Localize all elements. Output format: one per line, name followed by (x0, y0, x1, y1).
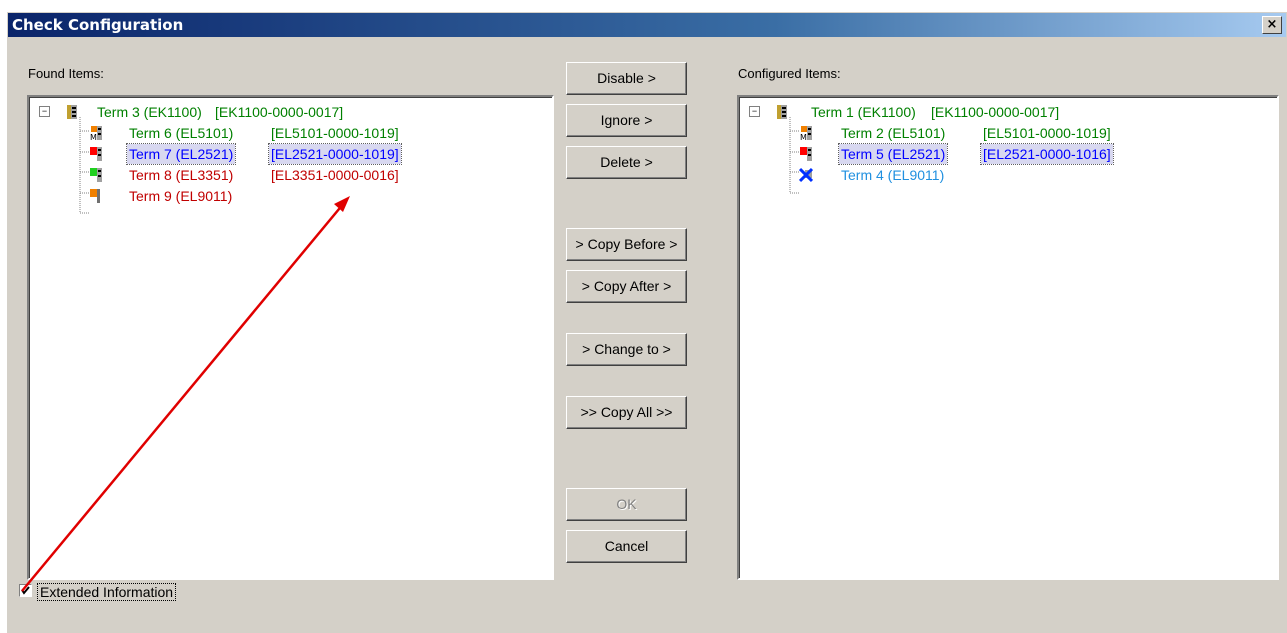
annotation-arrow (21, 196, 350, 592)
